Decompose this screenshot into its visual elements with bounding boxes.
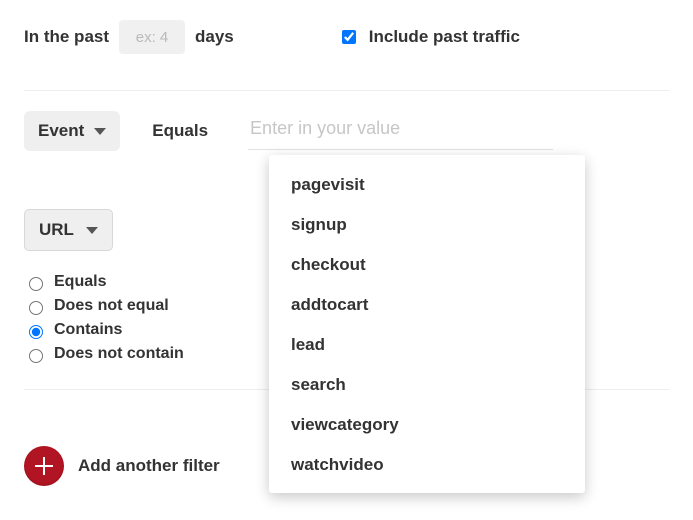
event-value-wrap	[248, 112, 669, 150]
event-option-addtocart[interactable]: addtocart	[269, 285, 585, 325]
event-type-dropdown-label: Event	[38, 121, 84, 141]
include-past-wrap: Include past traffic	[338, 27, 520, 47]
plus-icon	[34, 456, 54, 476]
url-operator-not-equal-label: Does not equal	[54, 297, 169, 315]
url-type-dropdown-label: URL	[39, 220, 74, 240]
url-operator-not-contain-radio[interactable]	[29, 349, 43, 363]
include-past-checkbox[interactable]	[342, 30, 356, 44]
event-option-viewcategory[interactable]: viewcategory	[269, 405, 585, 445]
divider	[24, 90, 669, 91]
event-type-dropdown[interactable]: Event	[24, 111, 120, 151]
event-option-signup[interactable]: signup	[269, 205, 585, 245]
days-filter-row: In the past days Include past traffic	[24, 20, 669, 54]
url-operator-contains-label: Contains	[54, 321, 122, 339]
url-operator-not-equal-radio[interactable]	[29, 301, 43, 315]
url-operator-equals-radio[interactable]	[29, 277, 43, 291]
add-filter-label: Add another filter	[78, 456, 220, 476]
event-filter-row: Event Equals pagevisit signup checkout a…	[24, 111, 669, 151]
days-filter-prefix: In the past	[24, 27, 109, 47]
event-value-dropdown: pagevisit signup checkout addtocart lead…	[269, 155, 585, 493]
url-operator-equals-label: Equals	[54, 273, 106, 291]
include-past-label: Include past traffic	[369, 27, 520, 47]
add-filter-button[interactable]	[24, 446, 64, 486]
event-option-watchvideo[interactable]: watchvideo	[269, 445, 585, 485]
url-operator-contains-radio[interactable]	[29, 325, 43, 339]
event-option-search[interactable]: search	[269, 365, 585, 405]
event-option-pagevisit[interactable]: pagevisit	[269, 165, 585, 205]
chevron-down-icon	[94, 128, 106, 135]
url-type-dropdown[interactable]: URL	[24, 209, 113, 251]
days-filter-suffix: days	[195, 27, 234, 47]
days-input[interactable]	[119, 20, 185, 54]
chevron-down-icon	[86, 227, 98, 234]
event-operator-label: Equals	[152, 121, 208, 141]
event-option-checkout[interactable]: checkout	[269, 245, 585, 285]
event-value-input[interactable]	[248, 112, 553, 150]
event-option-lead[interactable]: lead	[269, 325, 585, 365]
url-operator-not-contain-label: Does not contain	[54, 345, 184, 363]
